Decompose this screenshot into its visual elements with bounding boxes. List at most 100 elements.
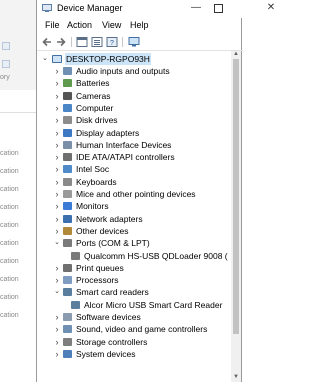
tree-category-item[interactable]: › IDE ATA/ATAPI controllers xyxy=(53,151,233,163)
port-device-icon xyxy=(71,251,80,260)
chevron-down-icon[interactable]: ⌄ xyxy=(53,286,61,298)
tree-category-item[interactable]: › Mice and other pointing devices xyxy=(53,188,233,200)
background-label: cation xyxy=(0,294,19,301)
tree-category-item[interactable]: › Batteries xyxy=(53,77,233,89)
soc-icon xyxy=(63,165,72,174)
tree-item-label: Disk drives xyxy=(76,115,118,126)
chevron-right-icon[interactable]: › xyxy=(53,114,61,126)
tree-category-item[interactable]: › Keyboards xyxy=(53,176,233,188)
maximize-button[interactable] xyxy=(214,4,223,13)
toolbar: ? xyxy=(37,34,243,51)
tree-item-label: System devices xyxy=(76,348,136,359)
help-icon[interactable]: ? xyxy=(106,36,118,48)
chevron-right-icon[interactable]: › xyxy=(53,323,61,335)
tree-category-item[interactable]: › Display adapters xyxy=(53,127,233,139)
tree-category-item[interactable]: › Audio inputs and outputs xyxy=(53,65,233,77)
chevron-down-icon[interactable]: ⌄ xyxy=(53,237,61,249)
device-manager-icon xyxy=(42,4,52,12)
tree-category-item[interactable]: › Software devices xyxy=(53,311,233,323)
tree-item-label: Ports (COM & LPT) xyxy=(76,238,150,249)
tree-item-label: Alcor Micro USB Smart Card Reader xyxy=(84,299,223,310)
scroll-up-icon[interactable]: ▲ xyxy=(232,51,240,59)
menu-file[interactable]: File xyxy=(45,20,60,30)
chevron-right-icon[interactable]: › xyxy=(53,176,61,188)
tree-root[interactable]: ⌄ DESKTOP-RGPO93H xyxy=(41,53,221,65)
storage-icon xyxy=(63,337,72,346)
vertical-scrollbar[interactable]: ▲ ▼ xyxy=(231,51,241,382)
tree-item-label: Audio inputs and outputs xyxy=(76,66,170,76)
tree-category-item[interactable]: › Monitors xyxy=(53,200,233,212)
scan-hardware-icon[interactable] xyxy=(128,36,140,48)
window-title: Device Manager xyxy=(57,3,123,13)
tree-item-label: Cameras xyxy=(76,90,111,101)
tree-category-item[interactable]: › Cameras xyxy=(53,90,233,102)
camera-icon xyxy=(63,91,72,100)
background-label: cation xyxy=(0,312,19,319)
chevron-right-icon[interactable]: › xyxy=(53,102,61,114)
network-icon xyxy=(63,214,72,223)
tree-item-label: Intel Soc xyxy=(76,164,110,175)
tree-device-item[interactable]: Qualcomm HS-USB QDLoader 9008 ( xyxy=(71,250,233,262)
tree-device-item[interactable]: Alcor Micro USB Smart Card Reader xyxy=(71,299,233,311)
device-tree[interactable]: ⌄ DESKTOP-RGPO93H › Audio inputs and outp… xyxy=(37,51,233,382)
system-icon xyxy=(63,349,72,358)
background-label: cation xyxy=(0,186,19,193)
tree-item-label: Processors xyxy=(76,275,119,286)
tree-item-label: Computer xyxy=(76,102,114,113)
close-button[interactable]: ✕ xyxy=(263,0,279,16)
chevron-right-icon[interactable]: › xyxy=(53,336,61,348)
chevron-right-icon[interactable]: › xyxy=(53,90,61,102)
chevron-right-icon[interactable]: › xyxy=(53,213,61,225)
chevron-down-icon[interactable]: ⌄ xyxy=(41,53,49,65)
chevron-right-icon[interactable]: › xyxy=(53,348,61,360)
software-icon xyxy=(63,313,72,321)
tree-category-item[interactable]: › Computer xyxy=(53,102,233,114)
scroll-down-icon[interactable]: ▼ xyxy=(232,374,240,382)
menu-action[interactable]: Action xyxy=(67,20,92,30)
tree-item-label: Display adapters xyxy=(76,127,140,138)
chevron-right-icon[interactable]: › xyxy=(53,274,61,286)
tree-category-item[interactable]: › Disk drives xyxy=(53,114,233,126)
tree-category-item[interactable]: › System devices xyxy=(53,348,233,360)
battery-icon xyxy=(63,79,72,88)
tree-category-item[interactable]: › Print queues xyxy=(53,262,233,274)
tree-item-label: Storage controllers xyxy=(76,336,148,347)
title-bar[interactable]: Device Manager — xyxy=(37,0,243,18)
tree-category-item[interactable]: › Storage controllers xyxy=(53,336,233,348)
tree-item-label: Batteries xyxy=(76,78,110,89)
minimize-button[interactable]: — xyxy=(189,2,203,14)
chevron-right-icon[interactable]: › xyxy=(53,65,61,77)
view-list-icon[interactable] xyxy=(91,36,103,48)
chevron-right-icon[interactable]: › xyxy=(53,77,61,89)
menu-view[interactable]: View xyxy=(102,20,121,30)
back-arrow-icon[interactable] xyxy=(41,36,53,48)
chevron-right-icon[interactable]: › xyxy=(53,127,61,139)
properties-icon[interactable] xyxy=(76,36,88,48)
background-label: cation xyxy=(0,240,19,247)
forward-arrow-icon[interactable] xyxy=(55,36,67,48)
tree-category-item[interactable]: › Network adapters xyxy=(53,213,233,225)
port-icon xyxy=(63,239,72,248)
chevron-right-icon[interactable]: › xyxy=(53,262,61,274)
tree-category-item[interactable]: ⌄ Smart card readers xyxy=(53,286,233,298)
tree-category-item[interactable]: › Processors xyxy=(53,274,233,286)
background-window-icon xyxy=(2,42,10,50)
chevron-right-icon[interactable]: › xyxy=(53,139,61,151)
tree-category-item[interactable]: › Human Interface Devices xyxy=(53,139,233,151)
chevron-right-icon[interactable]: › xyxy=(53,188,61,200)
tree-category-item[interactable]: ⌄ Ports (COM & LPT) xyxy=(53,237,233,249)
chevron-right-icon[interactable]: › xyxy=(53,151,61,163)
tree-category-item[interactable]: › Other devices xyxy=(53,225,233,237)
tree-item-label: Monitors xyxy=(76,201,109,212)
chevron-right-icon[interactable]: › xyxy=(53,200,61,212)
menu-help[interactable]: Help xyxy=(130,20,149,30)
monitor-icon xyxy=(63,202,72,211)
chevron-right-icon[interactable]: › xyxy=(53,225,61,237)
tree-item-label: IDE ATA/ATAPI controllers xyxy=(76,152,175,163)
processor-icon xyxy=(63,276,72,285)
tree-category-item[interactable]: › Sound, video and game controllers xyxy=(53,323,233,335)
chevron-right-icon[interactable]: › xyxy=(53,163,61,175)
tree-category-item[interactable]: › Intel Soc xyxy=(53,163,233,175)
chevron-right-icon[interactable]: › xyxy=(53,311,61,323)
scrollbar-thumb[interactable] xyxy=(233,59,239,334)
